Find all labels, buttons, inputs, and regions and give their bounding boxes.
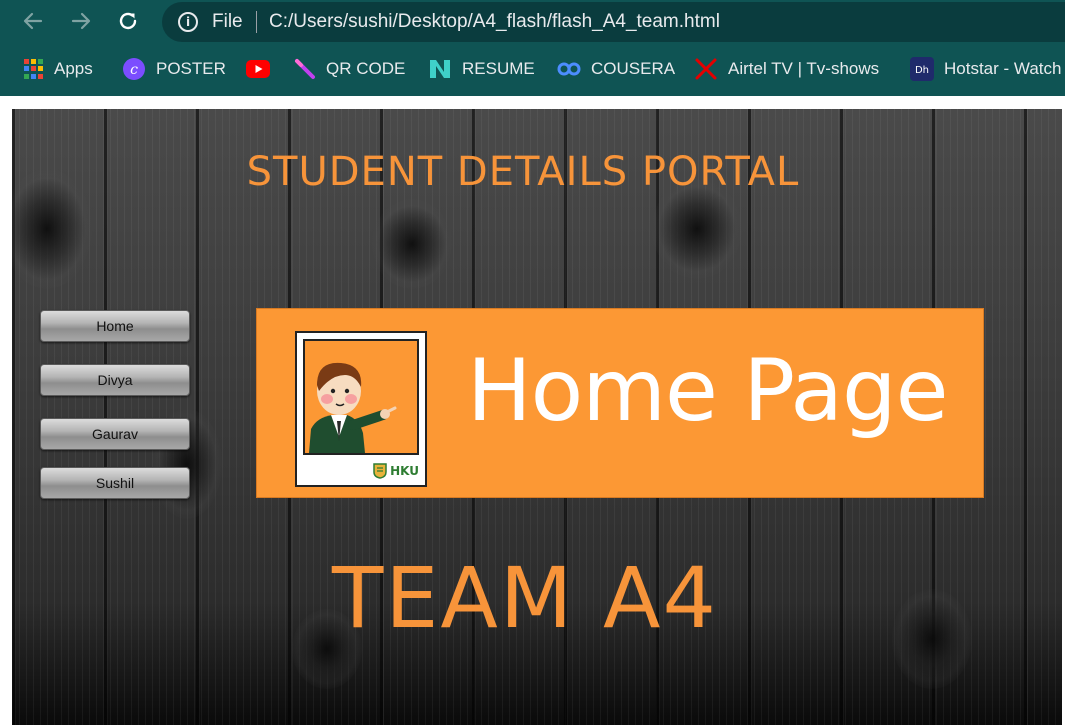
bookmark-label: COUSERA — [591, 59, 676, 78]
divider — [256, 11, 257, 33]
apps-grid-icon — [24, 59, 44, 79]
avatar — [303, 339, 419, 455]
home-banner: HKU Home Page — [256, 308, 984, 498]
nav-button-divya[interactable]: Divya — [40, 364, 190, 396]
polaroid-frame: HKU — [295, 331, 427, 487]
info-icon[interactable]: i — [178, 12, 198, 32]
bookmark-label: RESUME — [462, 59, 535, 78]
hotstar-icon: Dh — [910, 57, 934, 81]
forward-button[interactable] — [67, 7, 95, 35]
reload-button[interactable] — [114, 7, 142, 35]
novoresume-icon — [430, 60, 450, 78]
crest-icon — [373, 463, 387, 479]
arrow-left-icon — [23, 12, 43, 30]
bookmark-youtube[interactable] — [246, 57, 270, 81]
cartoon-student-icon — [309, 362, 397, 453]
bookmark-cousera[interactable]: COUSERA — [557, 57, 675, 81]
airtel-icon — [695, 58, 717, 80]
wand-icon — [295, 59, 315, 79]
bookmark-poster[interactable]: c POSTER — [122, 57, 226, 81]
page-title: STUDENT DETAILS PORTAL — [246, 149, 800, 195]
back-button[interactable] — [19, 7, 47, 35]
coursera-icon — [557, 62, 581, 76]
bookmark-label: POSTER — [156, 59, 226, 78]
bookmark-hotstar[interactable]: Dh Hotstar - Watch — [910, 57, 1061, 81]
arrow-right-icon — [71, 12, 91, 30]
address-bar[interactable]: i File C:/Users/sushi/Desktop/A4_flash/f… — [162, 2, 1065, 42]
bookmark-label: Apps — [54, 59, 93, 78]
banner-heading: Home Page — [467, 341, 949, 441]
nav-button-home[interactable]: Home — [40, 310, 190, 342]
nav-button-gaurav[interactable]: Gaurav — [40, 418, 190, 450]
browser-toolbar: i File C:/Users/sushi/Desktop/A4_flash/f… — [0, 0, 1065, 43]
canva-icon: c — [123, 58, 145, 80]
youtube-icon — [246, 60, 270, 78]
bookmark-qr-code[interactable]: QR CODE — [294, 57, 405, 81]
bookmarks-bar: Apps c POSTER QR CODE RESUME COUSERA Air… — [0, 43, 1065, 96]
wood-knot — [892, 589, 972, 689]
bookmark-label: Airtel TV | Tv-shows — [728, 59, 880, 78]
wood-knot — [372, 199, 452, 289]
nav-button-sushil[interactable]: Sushil — [40, 467, 190, 499]
hku-text: HKU — [390, 464, 419, 478]
hku-logo: HKU — [373, 463, 419, 479]
bookmark-resume[interactable]: RESUME — [428, 57, 535, 81]
bookmark-airtel-tv[interactable]: Airtel TV | Tv-shows — [694, 57, 879, 81]
bookmark-label: QR CODE — [326, 59, 406, 78]
svg-text:c: c — [130, 62, 138, 78]
team-name: TEAM A4 — [332, 549, 718, 647]
page-background: STUDENT DETAILS PORTAL Home Divya Gaurav… — [12, 109, 1062, 725]
bookmark-apps[interactable]: Apps — [24, 57, 93, 81]
reload-icon — [119, 12, 137, 30]
url-text[interactable]: C:/Users/sushi/Desktop/A4_flash/flash_A4… — [269, 11, 720, 33]
file-label: File — [212, 11, 243, 32]
svg-text:Dh: Dh — [915, 65, 929, 76]
bookmark-label: Hotstar - Watch — [944, 59, 1062, 78]
